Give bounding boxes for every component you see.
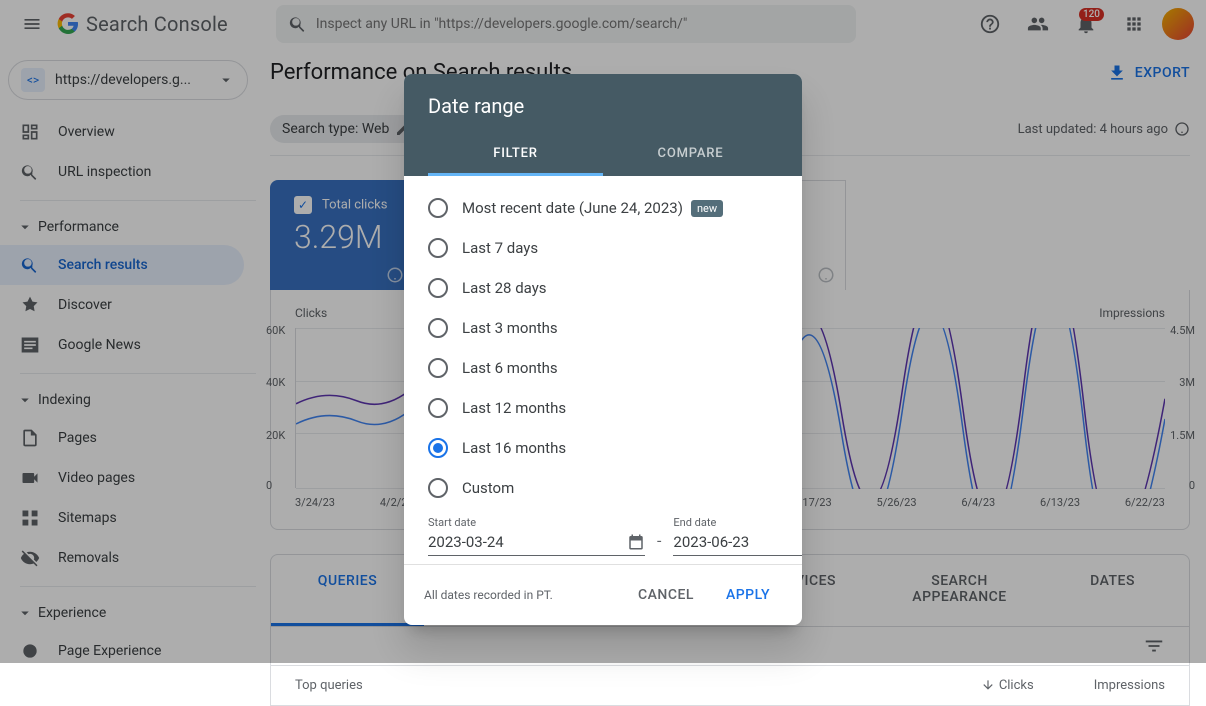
- th-clicks[interactable]: Clicks: [981, 678, 1034, 693]
- radio-7-days[interactable]: Last 7 days: [428, 228, 778, 268]
- radio-16-months[interactable]: Last 16 months: [428, 428, 778, 468]
- radio-6-months[interactable]: Last 6 months: [428, 348, 778, 388]
- radio-3-months[interactable]: Last 3 months: [428, 308, 778, 348]
- radio-icon: [428, 438, 448, 458]
- arrow-down-icon: [981, 678, 995, 692]
- modal-header: Date range FILTER COMPARE: [404, 74, 802, 176]
- radio-icon: [428, 318, 448, 338]
- start-date-input[interactable]: [428, 533, 627, 551]
- radio-12-months[interactable]: Last 12 months: [428, 388, 778, 428]
- end-date-label: End date: [673, 516, 802, 529]
- radio-icon: [428, 358, 448, 378]
- modal-tab-compare[interactable]: COMPARE: [603, 134, 778, 176]
- radio-28-days[interactable]: Last 28 days: [428, 268, 778, 308]
- start-date-label: Start date: [428, 516, 645, 529]
- modal-overlay[interactable]: Date range FILTER COMPARE Most recent da…: [0, 0, 1206, 663]
- modal-body: Most recent date (June 24, 2023)new Last…: [404, 176, 802, 564]
- date-separator: -: [657, 531, 661, 556]
- th-impressions[interactable]: Impressions: [1094, 678, 1165, 693]
- apply-button[interactable]: APPLY: [714, 579, 782, 611]
- date-inputs: Start date - End date: [428, 516, 778, 556]
- radio-most-recent[interactable]: Most recent date (June 24, 2023)new: [428, 188, 778, 228]
- radio-icon: [428, 278, 448, 298]
- modal-footer: All dates recorded in PT. CANCEL APPLY: [404, 564, 802, 625]
- modal-title: Date range: [428, 94, 778, 118]
- radio-custom[interactable]: Custom: [428, 468, 778, 508]
- modal-tab-filter[interactable]: FILTER: [428, 134, 603, 176]
- radio-icon: [428, 238, 448, 258]
- end-date-input[interactable]: [673, 533, 802, 551]
- footer-note: All dates recorded in PT.: [424, 588, 553, 602]
- radio-icon: [428, 478, 448, 498]
- table-header: Top queries Clicks Impressions: [270, 666, 1190, 706]
- calendar-icon[interactable]: [627, 533, 645, 551]
- new-badge: new: [691, 200, 723, 217]
- date-range-modal: Date range FILTER COMPARE Most recent da…: [404, 74, 802, 625]
- radio-icon: [428, 198, 448, 218]
- th-queries[interactable]: Top queries: [295, 678, 363, 693]
- cancel-button[interactable]: CANCEL: [626, 579, 706, 611]
- radio-icon: [428, 398, 448, 418]
